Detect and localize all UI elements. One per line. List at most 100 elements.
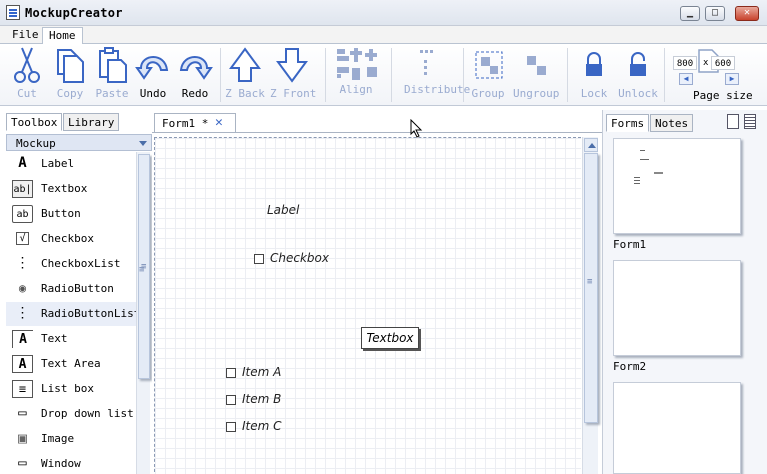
tool-item-label: Drop down list xyxy=(41,407,134,420)
category-label: Mockup xyxy=(16,137,56,150)
radiobutton-tool-icon: ◉ xyxy=(18,281,27,295)
paste-icon xyxy=(99,47,127,83)
redo-button[interactable]: Redo xyxy=(173,46,217,100)
app-icon xyxy=(6,5,20,20)
menu-bar: File Home xyxy=(0,26,767,44)
tool-item-label: Image xyxy=(41,432,75,445)
tool-text-area[interactable]: A Text Area xyxy=(6,352,136,376)
tool-item-label: RadioButton xyxy=(41,282,114,295)
mockup-checkbox-label[interactable]: Checkbox xyxy=(270,251,329,265)
z-back-button[interactable]: Z Back xyxy=(223,46,267,100)
copy-button[interactable]: Copy xyxy=(48,46,92,100)
tool-radiobuttonlist[interactable]: ⋮ RadioButtonList xyxy=(6,302,136,326)
form1-thumbnail[interactable] xyxy=(613,138,741,234)
textbox-tool-icon: ab| xyxy=(12,180,33,198)
ribbon-separator xyxy=(391,48,392,102)
unlock-label: Unlock xyxy=(618,87,658,100)
grip-icon: ≡ xyxy=(587,277,593,287)
cut-label: Cut xyxy=(17,87,37,100)
toolbox-scrollbar[interactable]: ≡ xyxy=(136,152,150,474)
page-width-input[interactable]: 800 xyxy=(673,56,697,70)
page-height-input[interactable]: 600 xyxy=(711,56,735,70)
tool-window[interactable]: ▭ Window xyxy=(6,452,136,474)
arrow-up-icon xyxy=(229,47,261,82)
form2-label[interactable]: Form2 xyxy=(613,360,646,373)
unlock-button[interactable]: Unlock xyxy=(616,46,660,100)
ungroup-button[interactable]: Ungroup xyxy=(513,46,559,100)
close-tab-icon[interactable]: ✕ xyxy=(215,115,223,130)
group-icon xyxy=(475,51,503,79)
tab-notes[interactable]: Notes xyxy=(650,114,694,132)
tool-list: A Label ab| Textbox ab Button √ Checkbox… xyxy=(6,152,136,474)
minimize-button[interactable]: ▁ xyxy=(680,6,700,21)
ribbon-separator xyxy=(220,48,221,102)
menu-file[interactable]: File xyxy=(6,27,45,44)
tool-list-box[interactable]: ≡ List box xyxy=(6,377,136,401)
form3-thumbnail[interactable] xyxy=(613,382,741,474)
window-tool-icon: ▭ xyxy=(18,455,27,471)
z-front-label: Z Front xyxy=(270,87,317,100)
align-button[interactable]: Align xyxy=(334,46,378,96)
forms-panel: Forms Notes Form1 Form2 xyxy=(602,110,767,474)
close-button[interactable]: ✕ xyxy=(735,6,759,21)
radiobuttonlist-tool-icon: ⋮ xyxy=(15,305,30,321)
mockup-textbox[interactable]: Textbox xyxy=(361,327,419,349)
tool-text[interactable]: A Text xyxy=(6,327,136,351)
form1-label[interactable]: Form1 xyxy=(613,238,646,251)
image-tool-icon: ▣ xyxy=(17,429,28,447)
tool-drop-down-list[interactable]: ▭ Drop down list xyxy=(6,402,136,426)
tab-form1[interactable]: Form1 * ✕ xyxy=(154,113,236,132)
undo-button[interactable]: Undo xyxy=(131,46,175,100)
document-tab-label: Form1 * xyxy=(162,117,209,130)
paste-button[interactable]: Paste xyxy=(90,46,134,100)
label-tool-icon: A xyxy=(18,155,27,171)
tool-label[interactable]: A Label xyxy=(6,152,136,176)
splitter-grip-icon[interactable]: ≡ xyxy=(139,265,144,275)
tab-toolbox[interactable]: Toolbox xyxy=(6,113,63,131)
scroll-up-icon[interactable] xyxy=(584,138,598,152)
unlock-icon xyxy=(630,52,646,76)
tool-checkbox[interactable]: √ Checkbox xyxy=(6,227,136,251)
mockup-list-checkbox[interactable] xyxy=(226,395,236,405)
page-size-prev-arrow-icon[interactable]: ◀ xyxy=(679,73,693,85)
list-view-icon[interactable] xyxy=(744,114,756,129)
lock-button[interactable]: Lock xyxy=(572,46,616,100)
mockup-item-a[interactable]: Item A xyxy=(242,365,281,379)
page-size-group: 800 x 600 ◀ ▶ Page size xyxy=(669,48,764,104)
mockup-checkbox-box[interactable] xyxy=(254,254,264,264)
tool-button[interactable]: ab Button xyxy=(6,202,136,226)
mockup-item-b[interactable]: Item B xyxy=(242,392,281,406)
mockup-list-checkbox[interactable] xyxy=(226,422,236,432)
tab-library[interactable]: Library xyxy=(63,113,120,131)
distribute-label: Distribute xyxy=(404,83,471,96)
maximize-button[interactable]: □ xyxy=(705,6,725,21)
copy-icon xyxy=(57,49,84,83)
design-canvas-frame xyxy=(152,132,602,474)
category-dropdown[interactable]: Mockup xyxy=(6,134,152,151)
canvas-scrollbar[interactable]: ≡ xyxy=(582,137,598,474)
design-canvas[interactable] xyxy=(154,137,581,474)
undo-icon xyxy=(135,56,169,80)
chevron-down-icon xyxy=(139,141,147,146)
tab-forms[interactable]: Forms xyxy=(606,114,650,132)
distribute-button[interactable]: Distribute xyxy=(404,46,471,96)
page-size-next-arrow-icon[interactable]: ▶ xyxy=(725,73,739,85)
mockup-item-c[interactable]: Item C xyxy=(242,419,282,433)
mockup-label[interactable]: Label xyxy=(267,203,299,217)
menu-home[interactable]: Home xyxy=(42,27,83,44)
tool-checkboxlist[interactable]: ⋮ CheckboxList xyxy=(6,252,136,276)
copy-label: Copy xyxy=(56,87,84,100)
tool-radiobutton[interactable]: ◉ RadioButton xyxy=(6,277,136,301)
tool-item-label: Textbox xyxy=(41,182,88,195)
scrollbar-thumb[interactable] xyxy=(584,153,598,423)
mockup-list-checkbox[interactable] xyxy=(226,368,236,378)
z-front-button[interactable]: Z Front xyxy=(270,46,317,100)
form2-thumbnail[interactable] xyxy=(613,260,741,356)
cut-button[interactable]: Cut xyxy=(5,46,49,100)
tool-textbox[interactable]: ab| Textbox xyxy=(6,177,136,201)
group-button[interactable]: Group xyxy=(466,46,510,100)
undo-label: Undo xyxy=(139,87,167,100)
tool-image[interactable]: ▣ Image xyxy=(6,427,136,451)
new-form-icon[interactable] xyxy=(727,114,739,129)
distribute-icon xyxy=(420,50,433,75)
